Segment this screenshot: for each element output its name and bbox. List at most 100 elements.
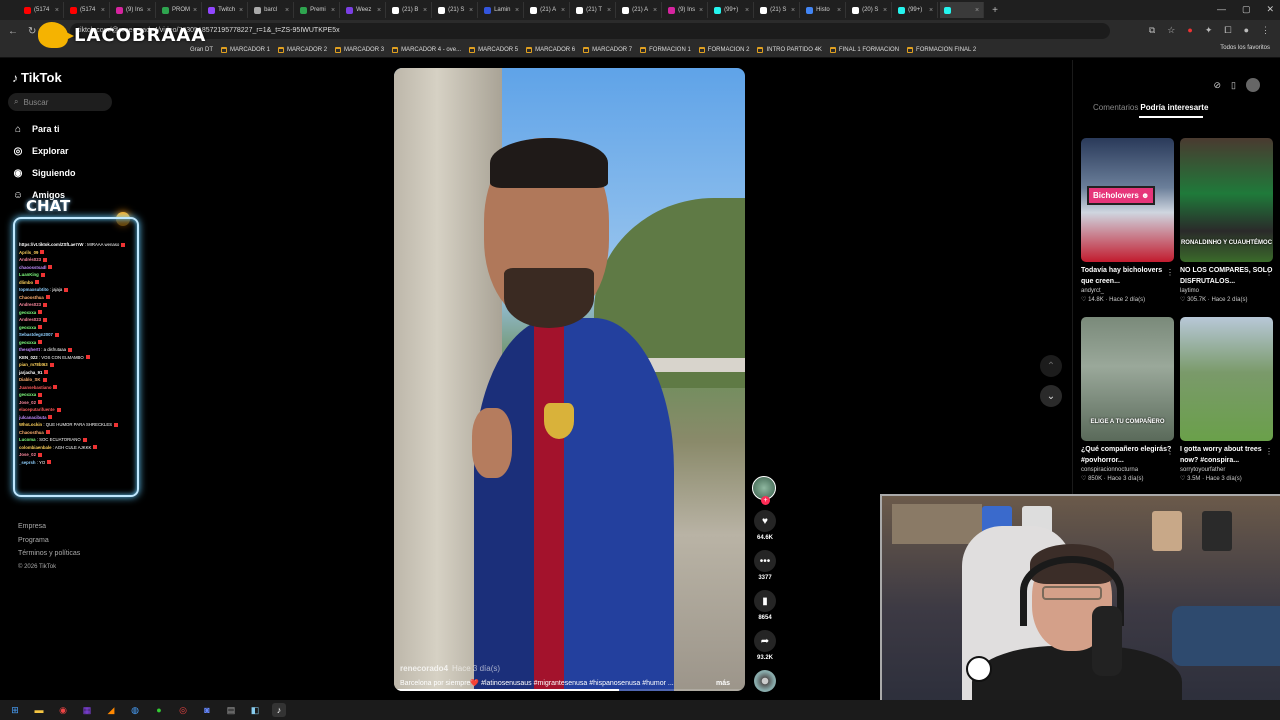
browser-tab[interactable]: Lamin × — [480, 2, 525, 18]
comment-icon[interactable]: ••• — [754, 550, 776, 572]
upload-icon[interactable]: ⊘ — [1214, 80, 1222, 91]
tab-close-icon[interactable]: × — [239, 7, 243, 14]
tab-close-icon[interactable]: × — [147, 7, 151, 14]
music-disc-icon[interactable] — [754, 670, 776, 692]
new-tab-icon[interactable]: + — [992, 5, 998, 16]
tab-close-icon[interactable]: × — [929, 7, 933, 14]
tab-close-icon[interactable]: × — [745, 7, 749, 14]
back-icon[interactable]: ← — [8, 26, 18, 37]
card-author[interactable]: conspiracionnocturna — [1081, 466, 1174, 475]
minimize-icon[interactable]: — — [1217, 4, 1226, 15]
like-action[interactable]: ♥ 64.6K — [752, 510, 778, 541]
tab-close-icon[interactable]: × — [561, 7, 565, 14]
tab-close-icon[interactable]: × — [699, 7, 703, 14]
folder-icon[interactable]: ▬ — [32, 703, 46, 717]
puzzle-icon[interactable]: ⧠ — [1224, 25, 1231, 36]
comment-action[interactable]: ••• 3377 — [752, 550, 778, 581]
browser-tab[interactable]: (5174 × — [20, 2, 64, 18]
bookmark-item[interactable]: MARCADOR 7 — [583, 46, 632, 53]
search-input[interactable]: ⌕ Buscar — [8, 93, 112, 111]
bookmark-item[interactable]: MARCADOR 1 — [221, 46, 270, 53]
tab-close-icon[interactable]: × — [791, 7, 795, 14]
url-field[interactable]: tiktok.com/@renecorado4/video/7630518572… — [70, 23, 1110, 39]
bookmark-item[interactable]: FORMACION 1 — [640, 46, 691, 53]
browser-tab[interactable]: Premi × — [296, 2, 341, 18]
tab-podria-interesarte[interactable]: Podría interesarte — [1140, 103, 1208, 112]
recommended-video-card[interactable]: I gotta worry about trees now? #conspira… — [1180, 317, 1273, 484]
share-action[interactable]: ➦ 93.2K — [752, 630, 778, 661]
footer-terminos[interactable]: Términos y políticas — [18, 547, 80, 561]
card-author[interactable]: laytimo — [1180, 287, 1273, 296]
caption-more-link[interactable]: más — [716, 680, 730, 687]
video-thumbnail[interactable] — [1180, 317, 1273, 441]
bookmark-item[interactable]: MARCADOR 3 — [335, 46, 384, 53]
start-icon[interactable]: ⊞ — [8, 703, 22, 717]
browser-tab[interactable]: (9) Ins × — [112, 2, 156, 18]
tab-close-icon[interactable]: × — [423, 7, 427, 14]
tab-close-icon[interactable]: × — [883, 7, 887, 14]
tab-close-icon[interactable]: × — [653, 7, 657, 14]
profile-icon[interactable]: ● — [1244, 25, 1249, 36]
card-title[interactable]: ¿Qué compañero elegirás? #povhorror... — [1081, 444, 1174, 466]
browser-tab[interactable]: × — [940, 2, 985, 18]
bookmark-item[interactable]: MARCADOR 4 - ove... — [392, 46, 461, 53]
video-author[interactable]: renecorado4 Hace 3 día(s) — [400, 664, 730, 673]
menu-icon[interactable]: ⋮ — [1261, 25, 1270, 36]
more-options-icon[interactable]: ⋮ — [1265, 447, 1273, 456]
bookmark-item[interactable]: MARCADOR 6 — [526, 46, 575, 53]
bookmark-item[interactable]: MARCADOR 5 — [469, 46, 518, 53]
reload-icon[interactable]: ↻ — [28, 26, 36, 37]
author-avatar[interactable]: + — [752, 476, 776, 505]
browser-tab[interactable]: (21) B × — [388, 2, 433, 18]
video-thumbnail[interactable]: RONALDINHO Y CUAUHTÉMOC — [1180, 138, 1273, 262]
tab-close-icon[interactable]: × — [331, 7, 335, 14]
record-icon[interactable]: ● — [1187, 25, 1192, 36]
more-options-icon[interactable]: ⋮ — [1265, 268, 1273, 277]
star-icon[interactable]: ☆ — [1167, 25, 1175, 36]
bookmark-item[interactable]: FORMACION FINAL 2 — [907, 46, 976, 53]
tab-close-icon[interactable]: × — [285, 7, 289, 14]
bookmark-item[interactable]: MARCADOR 2 — [278, 46, 327, 53]
browser-tab[interactable]: Weez × — [342, 2, 387, 18]
footer-programa[interactable]: Programa — [18, 534, 80, 548]
browser-tab[interactable]: (21) A × — [618, 2, 663, 18]
video-progress-bar[interactable] — [394, 689, 745, 691]
bookmark-item[interactable]: FORMACION 2 — [698, 46, 749, 53]
nav-explorar[interactable]: ◎ Explorar — [12, 145, 69, 157]
app-icon[interactable]: ◢ — [104, 703, 118, 717]
browser-tab[interactable]: (21) S × — [756, 2, 801, 18]
browser-tab[interactable]: (21) S × — [434, 2, 479, 18]
all-bookmarks[interactable]: Todos los favoritos — [1220, 45, 1270, 51]
tab-close-icon[interactable]: × — [469, 7, 473, 14]
extension-icon[interactable]: ✦ — [1205, 25, 1213, 36]
recommended-video-card[interactable]: RONALDINHO Y CUAUHTÉMOC NO LOS COMPARES, … — [1180, 138, 1273, 305]
app-icon[interactable]: ● — [152, 703, 166, 717]
browser-tab[interactable]: barcl × — [250, 2, 295, 18]
browser-tab[interactable]: (9) Ins × — [664, 2, 709, 18]
bookmark-item[interactable]: FINAL 1 FORMACION — [829, 46, 899, 53]
browser-tab[interactable]: (20) S × — [848, 2, 893, 18]
recommended-video-card[interactable]: ELIGE A TU COMPAÑERO ¿Qué compañero elegi… — [1081, 317, 1174, 484]
video-thumbnail[interactable]: ELIGE A TU COMPAÑERO — [1081, 317, 1174, 441]
card-title[interactable]: I gotta worry about trees now? #conspira… — [1180, 444, 1273, 466]
browser-tab[interactable]: (5174 × — [66, 2, 110, 18]
tiktok-taskbar-icon[interactable]: ♪ — [272, 703, 286, 717]
card-author[interactable]: sorrytoyourfather — [1180, 466, 1273, 475]
share-icon[interactable]: ➦ — [754, 630, 776, 652]
app-icon[interactable]: ◍ — [128, 703, 142, 717]
nav-para-ti[interactable]: ⌂ Para ti — [12, 123, 60, 135]
browser-tab[interactable]: (99+) × — [710, 2, 755, 18]
browser-tab[interactable]: (21) T × — [572, 2, 617, 18]
save-action[interactable]: ▮ 8654 — [752, 590, 778, 621]
browser-tab[interactable]: (21) A × — [526, 2, 571, 18]
video-player[interactable]: renecorado4 Hace 3 día(s) Barcelona por s… — [394, 68, 745, 691]
phone-icon[interactable]: ▯ — [1231, 80, 1236, 91]
chrome-icon[interactable]: ◉ — [56, 703, 70, 717]
previous-video-button[interactable]: ⌃ — [1040, 355, 1062, 377]
browser-tab[interactable]: Twitch × — [204, 2, 249, 18]
card-title[interactable]: NO LOS COMPARES, SOLO DISFRUTALOS... — [1180, 265, 1273, 287]
tab-close-icon[interactable]: × — [377, 7, 381, 14]
footer-empresa[interactable]: Empresa — [18, 520, 80, 534]
app-icon[interactable]: ◧ — [248, 703, 262, 717]
app-icon[interactable]: ▤ — [224, 703, 238, 717]
